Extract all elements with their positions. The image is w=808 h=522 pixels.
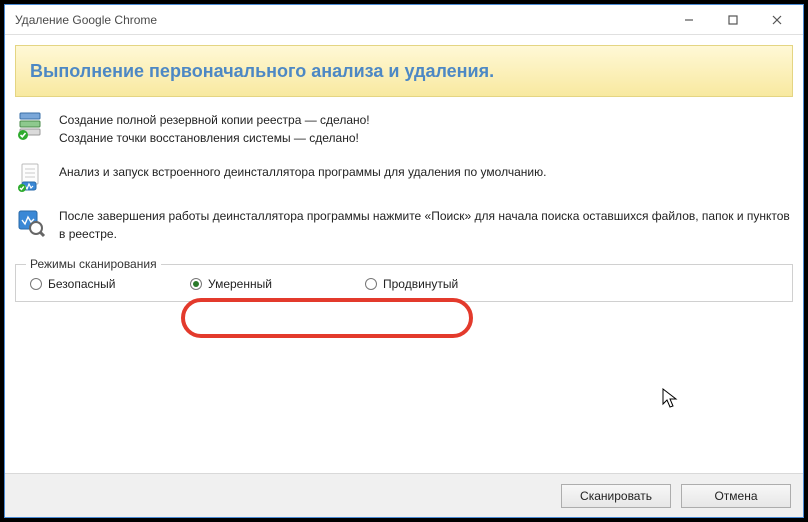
highlight-annotation [181,298,473,338]
restore-point-label: Создание точки восстановления системы — … [59,129,793,147]
wizard-header: Выполнение первоначального анализа и уда… [15,45,793,97]
step-analyze: Анализ и запуск встроенного деинсталлято… [15,161,793,193]
maximize-button[interactable] [711,6,755,34]
content-area: Создание полной резервной копии реестра … [5,103,803,473]
backup-registry-label: Создание полной резервной копии реестра … [59,111,793,129]
titlebar: Удаление Google Chrome [5,5,803,35]
minimize-button[interactable] [667,6,711,34]
radio-moderate-button [190,278,202,290]
after-uninstall-label: После завершения работы деинсталлятора п… [59,207,793,243]
cancel-button-label: Отмена [714,489,757,503]
radio-advanced-label: Продвинутый [383,277,458,291]
scan-modes-radios: Безопасный Умеренный Продвинутый [26,277,782,291]
scan-button-label: Сканировать [580,489,652,503]
radio-advanced[interactable]: Продвинутый [365,277,458,291]
window-title: Удаление Google Chrome [15,13,667,27]
wizard-title: Выполнение первоначального анализа и уда… [30,61,494,82]
cancel-button[interactable]: Отмена [681,484,791,508]
scan-button[interactable]: Сканировать [561,484,671,508]
dialog-window: Удаление Google Chrome Выполнение первон… [4,4,804,518]
document-analyze-icon [15,161,47,193]
footer-bar: Сканировать Отмена [5,473,803,517]
step-backup-text: Создание полной резервной копии реестра … [59,109,793,147]
radio-moderate[interactable]: Умеренный [190,277,365,291]
step-backup: Создание полной резервной копии реестра … [15,109,793,147]
scan-modes-legend: Режимы сканирования [26,257,161,271]
radio-advanced-button [365,278,377,290]
radio-safe[interactable]: Безопасный [30,277,180,291]
server-check-icon [15,109,47,141]
step-after: После завершения работы деинсталлятора п… [15,207,793,243]
radio-moderate-label: Умеренный [208,277,272,291]
radio-safe-label: Безопасный [48,277,115,291]
scan-modes-group: Режимы сканирования Безопасный Умеренный… [15,257,793,302]
analyze-label: Анализ и запуск встроенного деинсталлято… [59,161,793,181]
search-registry-icon [15,207,47,239]
radio-safe-button [30,278,42,290]
close-button[interactable] [755,6,799,34]
